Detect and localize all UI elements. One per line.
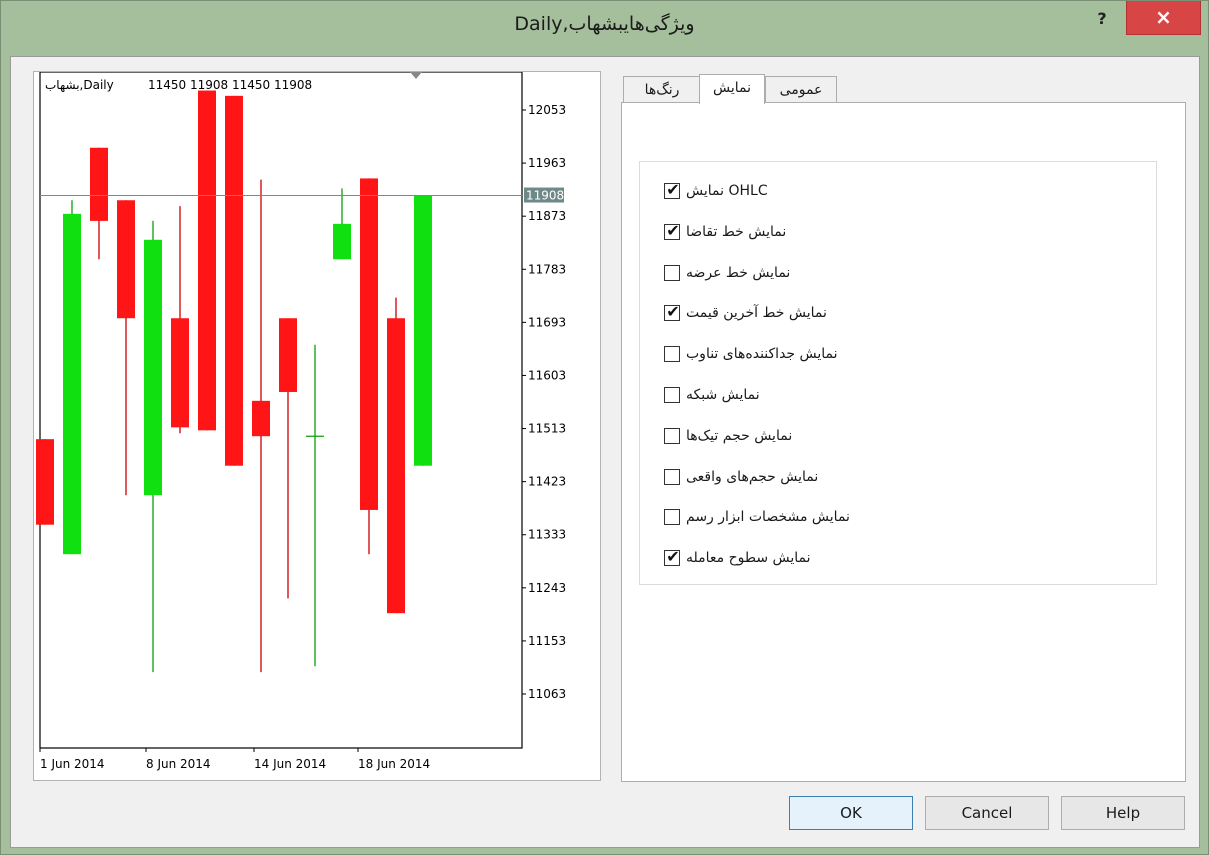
tab-colors-label: رنگ‌ها	[644, 82, 680, 98]
option-checkbox[interactable]: ✔	[664, 180, 680, 199]
candle-body	[279, 318, 297, 392]
properties-dialog: Daily,ویژگی‌هایبشهاب ? × بشهاب,Daily 114…	[0, 0, 1209, 855]
option-checkbox[interactable]	[664, 468, 680, 485]
candle-body	[360, 178, 378, 510]
checkmark-icon: ✔	[666, 220, 680, 240]
chart-shift-marker	[410, 72, 422, 79]
tab-general-label: عمومی	[779, 82, 823, 98]
candle-body	[90, 147, 108, 221]
candlestick-chart: بشهاب,Daily 11450 11908 11450 11908 1205…	[36, 72, 566, 771]
y-tick-label: 11063	[528, 687, 566, 701]
candle-body	[252, 400, 270, 437]
title-bar[interactable]: Daily,ویژگی‌هایبشهاب ? ×	[1, 1, 1208, 46]
x-tick-label: 18 Jun 2014	[358, 757, 430, 771]
x-axis: 1 Jun 2014 8 Jun 2014 14 Jun 2014 18 Jun 20…	[39, 748, 430, 771]
checkmark-icon: ✔	[666, 302, 680, 322]
option-row[interactable]: ✔ نمایش OHLC	[664, 180, 768, 202]
candle-body	[63, 213, 81, 555]
chart-ohlc-values: 11450 11908 11450 11908	[148, 78, 312, 92]
y-tick-label: 11963	[528, 156, 566, 170]
candle-body	[414, 195, 432, 466]
ok-button[interactable]: OK	[789, 796, 913, 830]
tab-general[interactable]: عمومی	[765, 76, 837, 102]
option-checkbox[interactable]	[664, 427, 680, 444]
option-checkbox[interactable]: ✔	[664, 302, 680, 322]
option-row[interactable]: نمایش مشخصات ابزار رسم	[664, 506, 850, 528]
help-icon[interactable]: ?	[1089, 7, 1115, 31]
plot-frame	[39, 72, 523, 749]
option-label: نمایش مشخصات ابزار رسم	[686, 509, 850, 526]
option-row[interactable]: ✔ نمایش خط آخرین قیمت	[664, 302, 827, 324]
x-tick-label: 14 Jun 2014	[254, 757, 326, 771]
option-label: نمایش خط آخرین قیمت	[686, 305, 827, 322]
y-tick-label: 11873	[528, 209, 566, 223]
candle-body	[198, 90, 216, 431]
option-row[interactable]: ✔ نمایش خط تقاضا	[664, 221, 786, 243]
option-label: نمایش جداکننده‌های تناوب	[686, 346, 838, 363]
option-label: نمایش خط تقاضا	[686, 223, 787, 240]
option-checkbox[interactable]: ✔	[664, 547, 680, 567]
option-row[interactable]: ✔ نمایش سطوح معامله	[664, 547, 811, 569]
y-tick-label: 11423	[528, 475, 566, 489]
candle-body	[333, 223, 351, 260]
chart-preview: بشهاب,Daily 11450 11908 11450 11908 1205…	[33, 71, 601, 781]
option-checkbox[interactable]	[664, 346, 680, 363]
option-label: نمایش سطوح معامله	[686, 550, 811, 567]
option-label: نمایش حجم تیک‌ها	[686, 427, 793, 444]
option-checkbox[interactable]	[664, 509, 680, 526]
window-title: Daily,ویژگی‌هایبشهاب	[514, 13, 695, 35]
candles	[36, 90, 432, 673]
y-tick-label: 11333	[528, 528, 566, 542]
y-tick-label: 11153	[528, 634, 566, 648]
y-tick-label: 11783	[528, 262, 566, 276]
x-tick-label: 8 Jun 2014	[146, 757, 211, 771]
close-button[interactable]: ×	[1126, 1, 1201, 35]
cancel-button[interactable]: Cancel	[925, 796, 1049, 830]
last-price-label: 11908	[526, 189, 564, 203]
x-tick-label: 1 Jun 2014	[40, 757, 105, 771]
option-row[interactable]: نمایش حجم تیک‌ها	[664, 425, 792, 447]
candle-body	[117, 200, 135, 319]
display-options-group: ✔ نمایش OHLC ✔ نمایش خط تقاضا نمایش خط عرضه ✔…	[639, 161, 1157, 585]
chart-symbol-label: بشهاب,Daily	[45, 78, 114, 92]
candle-body	[144, 239, 162, 496]
checkmark-icon: ✔	[666, 180, 680, 199]
option-row[interactable]: نمایش شبکه	[664, 384, 760, 406]
option-label: نمایش OHLC	[686, 183, 768, 199]
tab-control: رنگ‌ها نمایش عمومی ✔ نمایش OHLC ✔ نمایش خط …	[621, 74, 1186, 784]
option-row[interactable]: نمایش جداکننده‌های تناوب	[664, 343, 838, 365]
candle-body	[171, 318, 189, 428]
option-label: نمایش حجم‌های واقعی	[686, 468, 819, 485]
tab-display[interactable]: نمایش	[699, 74, 765, 104]
option-checkbox[interactable]	[664, 264, 680, 281]
tab-colors[interactable]: رنگ‌ها	[623, 76, 701, 102]
option-checkbox[interactable]	[664, 387, 680, 403]
candle-body	[225, 95, 243, 466]
y-tick-label: 11513	[528, 422, 566, 436]
option-label: نمایش شبکه	[686, 387, 760, 403]
help-button[interactable]: Help	[1061, 796, 1185, 830]
display-tab-panel: ✔ نمایش OHLC ✔ نمایش خط تقاضا نمایش خط عرضه ✔…	[621, 102, 1186, 782]
candle-body	[387, 318, 405, 614]
candle-body	[36, 439, 54, 525]
y-tick-label: 11603	[528, 368, 566, 382]
option-label: نمایش خط عرضه	[686, 264, 791, 281]
checkmark-icon: ✔	[666, 547, 680, 567]
option-checkbox[interactable]: ✔	[664, 220, 680, 240]
tab-display-label: نمایش	[712, 80, 751, 96]
y-tick-label: 12053	[528, 103, 566, 117]
y-tick-label: 11693	[528, 315, 566, 329]
option-row[interactable]: نمایش حجم‌های واقعی	[664, 466, 818, 488]
option-row[interactable]: نمایش خط عرضه	[664, 262, 790, 284]
y-tick-label: 11243	[528, 581, 566, 595]
